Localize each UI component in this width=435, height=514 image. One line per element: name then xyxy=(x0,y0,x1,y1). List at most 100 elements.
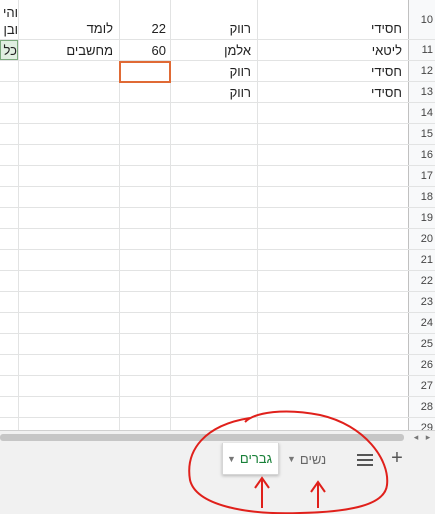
cell[interactable]: 60 xyxy=(119,40,170,60)
cell[interactable]: כל xyxy=(0,40,18,60)
cell[interactable] xyxy=(257,145,408,165)
cell[interactable] xyxy=(0,103,18,123)
cell[interactable] xyxy=(170,334,257,354)
cell[interactable] xyxy=(257,187,408,207)
cell[interactable] xyxy=(257,376,408,396)
cell[interactable] xyxy=(18,103,119,123)
cell[interactable] xyxy=(0,82,18,102)
cell[interactable] xyxy=(119,208,170,228)
cell[interactable] xyxy=(18,208,119,228)
row-header[interactable]: 11 xyxy=(408,40,435,60)
cell[interactable] xyxy=(257,292,408,312)
cell[interactable] xyxy=(170,103,257,123)
cell[interactable] xyxy=(170,208,257,228)
cell[interactable] xyxy=(18,376,119,396)
cell[interactable] xyxy=(170,166,257,186)
cell[interactable] xyxy=(257,229,408,249)
cell[interactable] xyxy=(18,124,119,144)
cell[interactable]: רווק xyxy=(170,82,257,102)
horizontal-scrollbar[interactable]: ◂ ▸ xyxy=(0,430,435,443)
cell[interactable]: חסידי xyxy=(257,0,408,39)
cell[interactable] xyxy=(257,397,408,417)
row-header[interactable]: 19 xyxy=(408,208,435,228)
cell[interactable] xyxy=(18,82,119,102)
cell[interactable] xyxy=(119,313,170,333)
cell[interactable] xyxy=(0,292,18,312)
cell[interactable] xyxy=(18,313,119,333)
cell[interactable] xyxy=(18,271,119,291)
cell[interactable] xyxy=(18,145,119,165)
cell[interactable] xyxy=(18,397,119,417)
cell[interactable] xyxy=(119,397,170,417)
spreadsheet-grid[interactable]: 10 חסידי רווק 22 לומד כו והי ובן 11ליטאי… xyxy=(0,0,435,430)
cell[interactable]: חסידי xyxy=(257,61,408,81)
cell[interactable] xyxy=(257,250,408,270)
cell[interactable] xyxy=(257,208,408,228)
cell[interactable] xyxy=(18,355,119,375)
row-header[interactable]: 29 xyxy=(408,418,435,430)
cell[interactable] xyxy=(0,250,18,270)
cell[interactable] xyxy=(170,229,257,249)
row-header[interactable]: 21 xyxy=(408,250,435,270)
row-header[interactable]: 14 xyxy=(408,103,435,123)
caret-down-icon[interactable]: ▼ xyxy=(227,454,236,464)
row-header[interactable]: 13 xyxy=(408,82,435,102)
cell[interactable] xyxy=(0,61,18,81)
cell[interactable] xyxy=(0,313,18,333)
cell[interactable] xyxy=(119,376,170,396)
tab-sheet-men[interactable]: ▼ גברים xyxy=(222,443,279,475)
cell[interactable] xyxy=(0,418,18,430)
cell[interactable] xyxy=(170,292,257,312)
cell[interactable] xyxy=(0,271,18,291)
cell[interactable] xyxy=(119,229,170,249)
cell[interactable] xyxy=(170,271,257,291)
cell[interactable] xyxy=(119,250,170,270)
cell[interactable] xyxy=(0,229,18,249)
cell[interactable] xyxy=(0,334,18,354)
row-header[interactable]: 28 xyxy=(408,397,435,417)
cell[interactable] xyxy=(119,82,170,102)
cell[interactable] xyxy=(0,145,18,165)
cell[interactable] xyxy=(170,250,257,270)
cell[interactable] xyxy=(170,397,257,417)
cell[interactable]: חסידי xyxy=(257,82,408,102)
row-header[interactable]: 27 xyxy=(408,376,435,396)
cell[interactable] xyxy=(257,166,408,186)
cell[interactable] xyxy=(18,250,119,270)
triangle-right-icon[interactable]: ▸ xyxy=(422,432,434,443)
cell[interactable] xyxy=(18,292,119,312)
cell[interactable] xyxy=(0,166,18,186)
cell[interactable] xyxy=(18,61,119,81)
row-header[interactable]: 16 xyxy=(408,145,435,165)
cell[interactable] xyxy=(119,145,170,165)
cell[interactable] xyxy=(170,355,257,375)
cell[interactable] xyxy=(257,355,408,375)
cell[interactable] xyxy=(170,313,257,333)
cell[interactable]: מחשבים xyxy=(18,40,119,60)
row-header[interactable]: 18 xyxy=(408,187,435,207)
cell[interactable] xyxy=(119,334,170,354)
cell[interactable]: לומד xyxy=(18,0,119,39)
cell[interactable] xyxy=(0,397,18,417)
cell[interactable] xyxy=(257,124,408,144)
cell[interactable] xyxy=(119,124,170,144)
cell[interactable] xyxy=(170,376,257,396)
cell[interactable] xyxy=(18,229,119,249)
cell[interactable] xyxy=(0,187,18,207)
cell[interactable] xyxy=(119,103,170,123)
cell[interactable]: 22 xyxy=(119,0,170,39)
cell[interactable]: אלמן xyxy=(170,40,257,60)
row-header[interactable]: 23 xyxy=(408,292,435,312)
cell[interactable] xyxy=(119,187,170,207)
cell[interactable]: רווק xyxy=(170,0,257,39)
caret-down-icon[interactable]: ▼ xyxy=(287,454,296,464)
cell[interactable] xyxy=(257,313,408,333)
row-header[interactable]: 17 xyxy=(408,166,435,186)
cell[interactable] xyxy=(18,334,119,354)
cell[interactable] xyxy=(170,418,257,430)
row-header[interactable]: 10 xyxy=(408,0,435,39)
cell[interactable] xyxy=(257,271,408,291)
scrollbar-thumb[interactable] xyxy=(0,434,404,441)
cell[interactable] xyxy=(0,208,18,228)
tab-sheet-women[interactable]: ▼ נשים xyxy=(283,443,338,475)
